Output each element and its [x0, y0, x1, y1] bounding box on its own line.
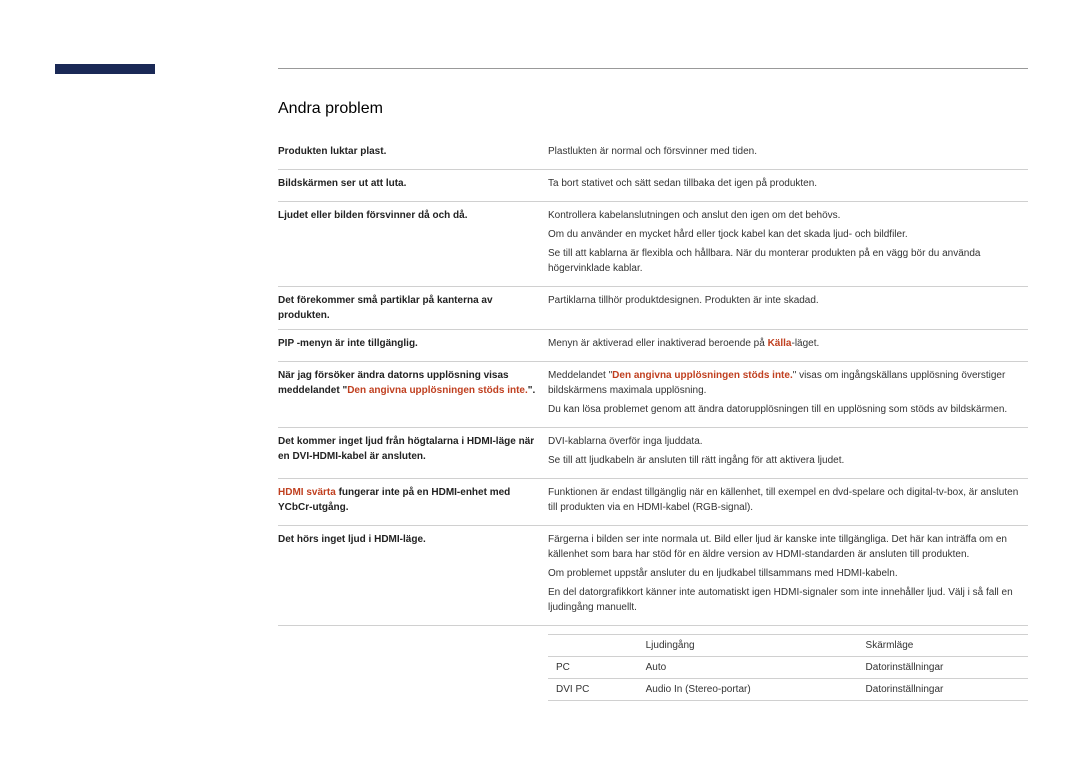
horizontal-divider — [278, 68, 1028, 69]
problem-row: Det hörs inget ljud i HDMI-läge.Färgerna… — [278, 526, 1028, 626]
table-cell: Auto — [638, 657, 858, 679]
problem-description: Meddelandet "Den angivna upplösningen st… — [548, 368, 1028, 421]
navy-accent-bar — [55, 64, 155, 74]
problem-label: HDMI svärta fungerar inte på en HDMI-enh… — [278, 485, 548, 519]
problem-description: Plastlukten är normal och försvinner med… — [548, 144, 1028, 163]
table-header-cell: Ljudingång — [638, 635, 858, 657]
problems-list: Produkten luktar plast.Plastlukten är no… — [278, 138, 1028, 701]
problem-row: Det kommer inget ljud från högtalarna i … — [278, 428, 1028, 479]
problem-description: DVI-kablarna överför inga ljuddata.Se ti… — [548, 434, 1028, 472]
problem-label: Produkten luktar plast. — [278, 144, 548, 163]
content-area: Andra problem Produkten luktar plast.Pla… — [278, 100, 1028, 701]
problem-description: Kontrollera kabelanslutningen och anslut… — [548, 208, 1028, 280]
problem-row: Produkten luktar plast.Plastlukten är no… — [278, 138, 1028, 170]
problem-row: Ljudet eller bilden försvinner då och då… — [278, 202, 1028, 287]
problem-row: Det förekommer små partiklar på kanterna… — [278, 287, 1028, 330]
problem-description: Partiklarna tillhör produktdesignen. Pro… — [548, 293, 1028, 323]
problem-description: Menyn är aktiverad eller inaktiverad ber… — [548, 336, 1028, 355]
table-header-cell — [548, 635, 638, 657]
table-header-cell: Skärmläge — [858, 635, 1028, 657]
problem-row: PIP -menyn är inte tillgänglig.Menyn är … — [278, 330, 1028, 362]
problem-row: Bildskärmen ser ut att luta.Ta bort stat… — [278, 170, 1028, 202]
table-cell: Datorinställningar — [858, 657, 1028, 679]
audio-mode-table: LjudingångSkärmläge PCAutoDatorinställnin… — [548, 634, 1028, 701]
table-cell: PC — [548, 657, 638, 679]
problem-label: Det kommer inget ljud från högtalarna i … — [278, 434, 548, 472]
problem-row: HDMI svärta fungerar inte på en HDMI-enh… — [278, 479, 1028, 526]
problem-description: Funktionen är endast tillgänglig när en … — [548, 485, 1028, 519]
problem-row: När jag försöker ändra datorns upplösnin… — [278, 362, 1028, 428]
table-cell: Datorinställningar — [858, 679, 1028, 701]
problem-description: Färgerna i bilden ser inte normala ut. B… — [548, 532, 1028, 619]
problem-label: Det hörs inget ljud i HDMI-läge. — [278, 532, 548, 619]
table-cell: Audio In (Stereo-portar) — [638, 679, 858, 701]
problem-label: Det förekommer små partiklar på kanterna… — [278, 293, 548, 323]
problem-label: Ljudet eller bilden försvinner då och då… — [278, 208, 548, 280]
problem-label: När jag försöker ändra datorns upplösnin… — [278, 368, 548, 421]
problem-description: Ta bort stativet och sätt sedan tillbaka… — [548, 176, 1028, 195]
table-cell: DVI PC — [548, 679, 638, 701]
problem-label: PIP -menyn är inte tillgänglig. — [278, 336, 548, 355]
problem-label: Bildskärmen ser ut att luta. — [278, 176, 548, 195]
mini-table-wrap: LjudingångSkärmläge PCAutoDatorinställnin… — [548, 634, 1028, 701]
section-title: Andra problem — [278, 100, 1028, 118]
